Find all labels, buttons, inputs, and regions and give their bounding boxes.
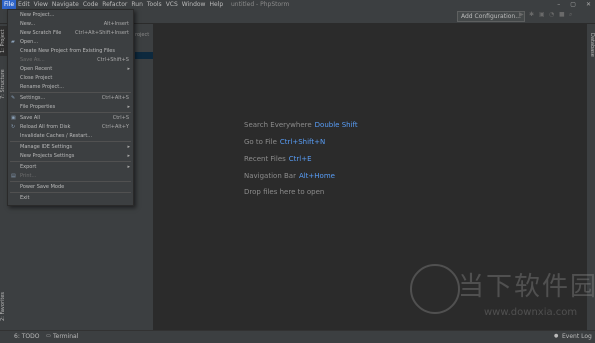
run-icon[interactable]: ▶	[519, 12, 525, 18]
menu-item-new-project[interactable]: New Project...	[8, 11, 133, 19]
menu-item-create-from-existing[interactable]: Create New Project from Existing Files	[8, 47, 133, 55]
watermark-url: www.downxia.com	[484, 307, 578, 318]
hint-drop-files: Drop files here to open	[244, 188, 324, 196]
menu-edit[interactable]: Edit	[16, 0, 32, 9]
add-configuration-button[interactable]: Add Configuration...	[457, 11, 525, 22]
menu-item-print[interactable]: ▤ Print...	[8, 172, 133, 180]
save-icon: ▣	[11, 115, 16, 121]
menu-refactor[interactable]: Refactor	[100, 0, 129, 9]
menu-file[interactable]: File	[2, 0, 17, 9]
menu-item-new-scratch-file[interactable]: New Scratch File Ctrl+Alt+Shift+Insert	[8, 29, 133, 37]
menu-item-open[interactable]: ▰ Open...	[8, 38, 133, 46]
close-button[interactable]: ✕	[586, 0, 591, 9]
menu-item-close-project[interactable]: Close Project	[8, 74, 133, 82]
window-title: untitled - PhpStorm	[231, 1, 290, 8]
profile-icon[interactable]: ◔	[549, 12, 555, 18]
menu-item-save-as[interactable]: Save As... Ctrl+Shift+S	[8, 56, 133, 64]
status-bar: 6: TODO ▭ Terminal ● Event Log	[0, 330, 595, 343]
database-tool-tab[interactable]: Database	[588, 30, 595, 60]
hint-shortcut: Double Shift	[314, 121, 358, 129]
menu-separator	[10, 161, 131, 162]
title-bar: File Edit View Navigate Code Refactor Ru…	[0, 0, 595, 9]
favorites-tool-tab[interactable]: 2: Favorites	[0, 286, 7, 326]
menu-help[interactable]: Help	[207, 0, 225, 9]
menu-item-manage-ide-settings[interactable]: Manage IDE Settings ▸	[8, 143, 133, 151]
menu-item-file-properties[interactable]: File Properties ▸	[8, 103, 133, 111]
watermark-text: 当下软件园	[458, 272, 595, 302]
run-toolbar: ▶ ✱ ▣ ◔ ■ ⌕	[519, 12, 575, 18]
hint-label: Search Everywhere	[244, 121, 312, 129]
project-tree-selection[interactable]	[135, 52, 153, 59]
todo-tool-button[interactable]: 6: TODO	[14, 331, 39, 342]
maximize-button[interactable]: ▢	[570, 0, 576, 9]
hint-recent-files: Recent Files Ctrl+E	[244, 155, 312, 163]
submenu-arrow-icon: ▸	[127, 144, 130, 150]
project-panel-header: roject	[135, 32, 150, 38]
structure-tool-tab[interactable]: 7: Structure	[0, 64, 7, 104]
menu-item-new-projects-settings[interactable]: New Projects Settings ▸	[8, 152, 133, 160]
menu-code[interactable]: Code	[81, 0, 100, 9]
menu-item-exit[interactable]: Exit	[8, 194, 133, 202]
left-tool-strip: 1: Project 7: Structure 2: Favorites	[0, 24, 7, 330]
menu-item-new[interactable]: New... Alt+Insert	[8, 20, 133, 28]
watermark-logo-icon	[410, 264, 460, 314]
menu-separator	[10, 141, 131, 142]
menu-item-settings[interactable]: ✎ Settings... Ctrl+Alt+S	[8, 94, 133, 102]
coverage-icon[interactable]: ▣	[539, 12, 545, 18]
hint-navigation-bar: Navigation Bar Alt+Home	[244, 172, 335, 180]
print-icon: ▤	[11, 173, 16, 179]
reload-icon: ↻	[11, 124, 16, 130]
menu-item-open-recent[interactable]: Open Recent ▸	[8, 65, 133, 73]
menu-separator	[10, 92, 131, 93]
hint-label: Navigation Bar	[244, 172, 296, 180]
minimize-button[interactable]: –	[557, 0, 560, 9]
stop-icon[interactable]: ■	[559, 12, 565, 18]
terminal-icon: ▭	[46, 333, 51, 339]
menu-item-save-all[interactable]: ▣ Save All Ctrl+S	[8, 114, 133, 122]
menu-vcs[interactable]: VCS	[164, 0, 180, 9]
hint-shortcut: Alt+Home	[298, 172, 335, 180]
submenu-arrow-icon: ▸	[127, 153, 130, 159]
debug-icon[interactable]: ✱	[529, 12, 535, 18]
hint-label: Recent Files	[244, 155, 286, 163]
menu-item-invalidate-caches[interactable]: Invalidate Caches / Restart...	[8, 132, 133, 140]
submenu-arrow-icon: ▸	[127, 164, 130, 170]
menu-view[interactable]: View	[32, 0, 50, 9]
menu-separator	[10, 112, 131, 113]
menu-window[interactable]: Window	[180, 0, 208, 9]
menu-tools[interactable]: Tools	[145, 0, 164, 9]
file-menu-dropdown: New Project... New... Alt+Insert New Scra…	[7, 9, 134, 206]
folder-icon: ▰	[11, 39, 15, 45]
search-icon[interactable]: ⌕	[569, 12, 575, 18]
menu-item-rename-project[interactable]: Rename Project...	[8, 83, 133, 91]
menu-separator	[10, 192, 131, 193]
hint-label: Drop files here to open	[244, 188, 325, 196]
submenu-arrow-icon: ▸	[127, 66, 130, 72]
hint-go-to-file: Go to File Ctrl+Shift+N	[244, 138, 325, 146]
submenu-arrow-icon: ▸	[127, 104, 130, 110]
menu-item-reload-all[interactable]: ↻ Reload All from Disk Ctrl+Alt+Y	[8, 123, 133, 131]
main-menu: File Edit View Navigate Code Refactor Ru…	[2, 0, 225, 9]
hint-search-everywhere: Search Everywhere Double Shift	[244, 121, 358, 129]
event-log-icon: ●	[554, 333, 559, 339]
menu-run[interactable]: Run	[129, 0, 145, 9]
wrench-icon: ✎	[11, 95, 16, 101]
hint-shortcut: Ctrl+E	[288, 155, 312, 163]
terminal-tool-button[interactable]: Terminal	[53, 331, 78, 342]
event-log-button[interactable]: Event Log	[562, 331, 592, 342]
window-controls: – ▢ ✕	[557, 0, 591, 9]
project-tool-tab[interactable]: 1: Project	[0, 26, 7, 56]
menu-item-export[interactable]: Export ▸	[8, 163, 133, 171]
menu-navigate[interactable]: Navigate	[50, 0, 81, 9]
hint-shortcut: Ctrl+Shift+N	[279, 138, 326, 146]
menu-separator	[10, 181, 131, 182]
watermark: 当下软件园 www.downxia.com	[410, 264, 595, 324]
menu-item-power-save-mode[interactable]: Power Save Mode	[8, 183, 133, 191]
hint-label: Go to File	[244, 138, 277, 146]
